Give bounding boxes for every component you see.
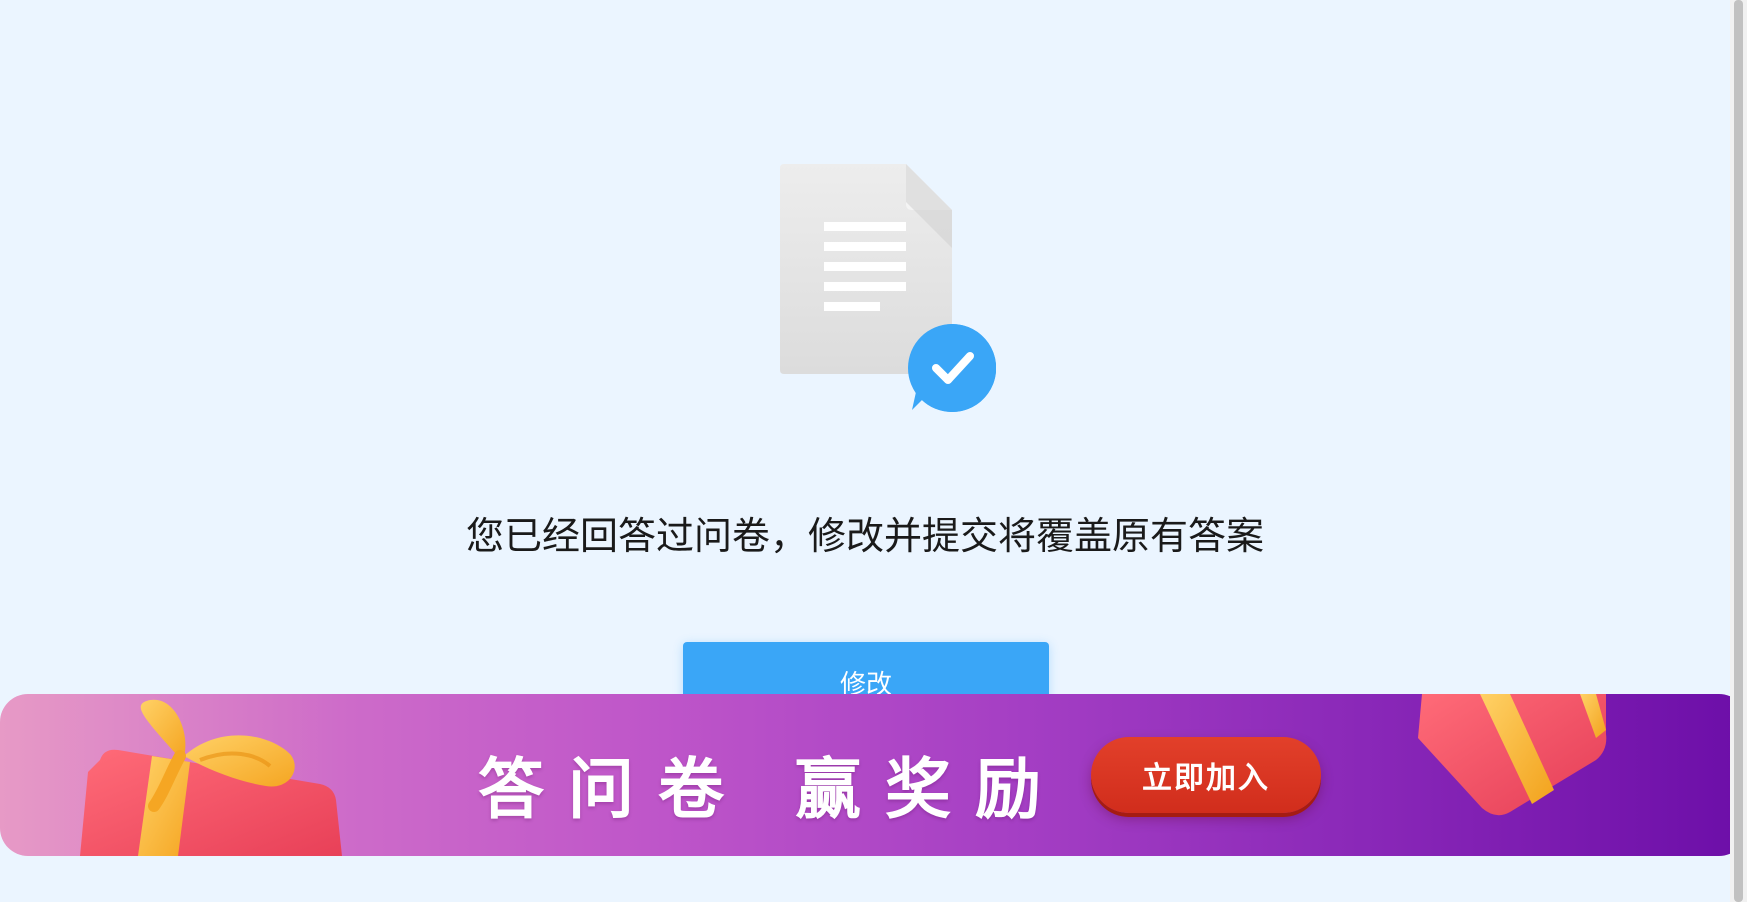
gift-icon [80, 699, 342, 856]
ad-banner[interactable]: 答问卷 赢奖励 立即加入 [0, 694, 1747, 856]
vertical-scrollbar[interactable] [1730, 0, 1747, 902]
gift-icon [1418, 694, 1607, 816]
ad-slogan: 答问卷 赢奖励 [478, 751, 1065, 828]
check-badge-icon [908, 323, 996, 412]
document-submitted-illustration [780, 164, 996, 412]
scrollbar-thumb[interactable] [1734, 0, 1743, 902]
already-answered-message: 您已经回答过问卷，修改并提交将覆盖原有答案 [465, 514, 1264, 558]
join-now-button[interactable]: 立即加入 [1091, 737, 1321, 813]
page: 您已经回答过问卷，修改并提交将覆盖原有答案 修改 答问卷 赢奖励 立即加入 [0, 0, 1747, 902]
